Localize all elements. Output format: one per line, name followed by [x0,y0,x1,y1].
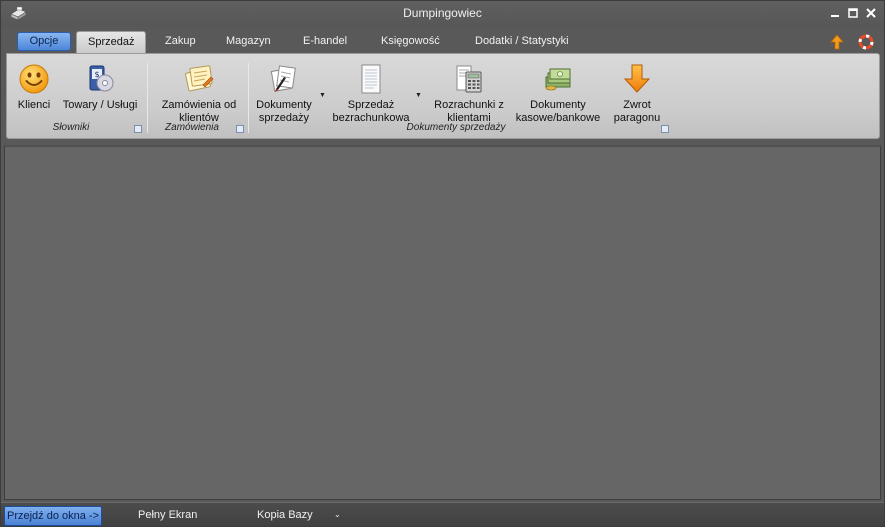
goto-window-button[interactable]: Przejdź do okna -> [4,506,102,526]
orange-down-arrow-icon [623,64,651,93]
close-icon[interactable] [863,5,879,21]
zamowienia-od-klientow-button[interactable]: Zamówienia od klientów [157,63,241,125]
order-notepad-icon [185,65,214,92]
full-screen-button[interactable]: Pełny Ekran [138,506,197,526]
minimize-icon[interactable] [827,5,843,21]
dokumenty-sprzedazy-button[interactable]: Dokumenty sprzedaży [253,63,315,125]
group-separator [147,63,148,133]
backup-button[interactable]: Kopia Bazy [257,506,313,526]
dokumenty-sprzedazy-label-line1: Dokumenty [256,99,312,111]
zamowienia-launcher-icon[interactable] [236,125,244,133]
sprzedaz-bezrachunkowa-button[interactable]: Sprzedaż bezrachunkowa [329,63,413,125]
sprzedaz-bezrachunkowa-dropdown-icon[interactable]: ▼ [415,92,422,99]
title-bar: Dumpingowiec [1,1,884,27]
smiley-icon [19,64,49,94]
group-label-slowniki: Słowniki [52,122,90,133]
zamowienia-label-line1: Zamówienia od [161,99,237,111]
sprzedaz-bezrachunkowa-label-line1: Sprzedaż [347,99,395,111]
group-label-dokumenty-sprzedazy: Dokumenty sprzedaży [406,122,506,133]
rozrachunki-label-line1: Rozrachunki z [434,99,504,111]
towary-uslugi-label: Towary / Usługi [62,99,138,111]
ribbon-tabs: Opcje Sprzedaż Zakup Magazyn E-handel Ks… [1,29,884,54]
dokumenty-kasowe-bankowe-button[interactable]: Dokumenty kasowe/bankowe [515,63,601,125]
chevron-down-icon[interactable]: ⌄ [334,506,341,526]
group-separator [248,63,249,133]
documents-pen-icon [270,65,296,92]
klienci-label: Klienci [17,99,51,111]
calculator-icon [456,65,482,93]
status-bar: Przejdź do okna -> Pełny Ekran Kopia Baz… [1,502,884,526]
group-label-zamowienia: Zamówienia [165,122,219,133]
dokumenty-kasowe-label-line1: Dokumenty [530,99,586,111]
dokumenty-sprzedazy-dropdown-icon[interactable]: ▼ [319,92,326,99]
tab-e-handel[interactable]: E-handel [303,35,347,47]
up-arrow-icon[interactable] [829,34,845,50]
tab-ksiegowosc[interactable]: Księgowość [381,35,440,47]
tab-sprzedaz[interactable]: Sprzedaż [76,31,147,54]
app-window: Dumpingowiec Opcje Sprzedaż Zakup Magazy… [0,0,885,527]
products-disc-icon: $ [89,65,114,92]
cash-bills-icon [545,68,571,91]
tab-magazyn[interactable]: Magazyn [226,35,271,47]
window-title: Dumpingowiec [403,6,482,20]
maximize-icon[interactable] [845,5,861,21]
klienci-button[interactable]: Klienci [13,63,55,112]
opcje-button[interactable]: Opcje [17,32,71,51]
tab-zakup[interactable]: Zakup [165,35,196,47]
tab-dodatki-statystyki[interactable]: Dodatki / Statystyki [475,35,569,47]
help-ring-icon[interactable] [858,34,874,50]
rozrachunki-z-klientami-button[interactable]: Rozrachunki z klientami [431,63,507,125]
towary-uslugi-button[interactable]: $ Towary / Usługi [59,63,141,112]
zwrot-paragonu-button[interactable]: Zwrot paragonu [607,63,667,125]
zwrot-label-line1: Zwrot [623,99,651,111]
dokumenty-launcher-icon[interactable] [661,125,669,133]
blank-document-icon [361,64,381,94]
main-workspace [4,145,881,500]
slowniki-launcher-icon[interactable] [134,125,142,133]
